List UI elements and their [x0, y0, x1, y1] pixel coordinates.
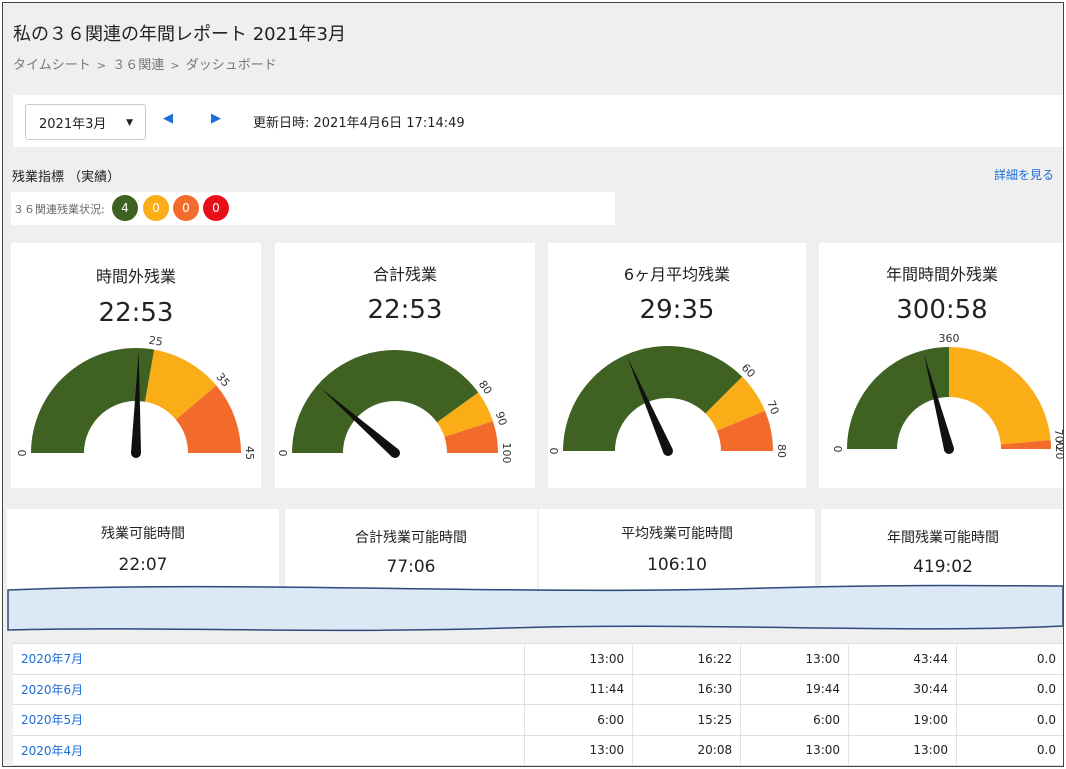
- gauge-tick-label: 0: [16, 450, 29, 457]
- gauge-needle-hub: [131, 448, 141, 458]
- status-badge-critical[interactable]: 0: [203, 195, 229, 221]
- gauge-value: 22:53: [98, 298, 174, 328]
- gauge-tick-label: 70: [764, 399, 781, 417]
- table-cell: 0.0: [956, 735, 1063, 766]
- available-title: 残業可能時間: [101, 526, 185, 542]
- status-label: ３６関連残業状況:: [13, 203, 105, 216]
- table-cell: 19:44: [740, 674, 850, 705]
- gauge-tick-label: 45: [243, 446, 256, 460]
- available-value: 419:02: [913, 557, 973, 577]
- breadcrumb-separator: >: [96, 59, 107, 72]
- gauge-tick-label: 80: [775, 444, 788, 458]
- gauge-value: 22:53: [367, 295, 443, 325]
- table-cell: 16:30: [632, 674, 742, 705]
- available-title: 合計残業可能時間: [355, 530, 467, 546]
- breadcrumb-36[interactable]: ３６関連: [112, 58, 164, 73]
- gauge-card-annual: 年間時間外残業 300:58 0 360 700 720: [819, 243, 1064, 488]
- table-cell: 13:00: [524, 735, 634, 766]
- available-value: 77:06: [386, 557, 436, 577]
- gauge-card-overtime: 時間外残業 22:53 0 25 35 45: [11, 243, 261, 488]
- table-cell: 6:00: [524, 704, 634, 736]
- monthly-table: 2020年7月 13:00 16:22 13:00 43:44 0.0 2020年6月 11:…: [13, 643, 1063, 766]
- gauge-value: 300:58: [896, 295, 988, 325]
- gauge-chart: 0360700720: [832, 333, 1064, 460]
- table-row: 2020年5月 6:00 15:25 6:00 19:00 0.0: [13, 704, 1063, 736]
- breadcrumb-separator: >: [170, 59, 180, 72]
- gauge-title: 年間時間外残業: [885, 265, 998, 284]
- dashboard-frame: 私の３６関連の年間レポート 2021年3月 タイムシート > ３６関連 > ダッ…: [2, 2, 1064, 767]
- available-title: 年間残業可能時間: [887, 530, 999, 546]
- breadcrumb-dashboard: ダッシュボード: [185, 58, 277, 73]
- month-link[interactable]: 2020年5月: [13, 704, 526, 736]
- omission-band: [7, 584, 1063, 632]
- month-link[interactable]: 2020年6月: [13, 674, 526, 705]
- table-cell: 11:44: [524, 674, 634, 705]
- month-select-value: 2021年3月: [39, 116, 107, 132]
- table-cell: 13:00: [740, 643, 850, 675]
- status-badge-safe[interactable]: 4: [112, 195, 138, 221]
- gauge-chart: 0253545: [16, 334, 256, 460]
- table-cell: 6:00: [740, 704, 850, 736]
- available-card-overtime: 残業可能時間 22:07: [7, 509, 279, 589]
- gauge-title: 時間外残業: [95, 267, 176, 286]
- table-cell: 13:00: [524, 643, 634, 675]
- table-cell: 30:44: [848, 674, 957, 705]
- table-cell: 20:08: [632, 735, 742, 766]
- month-link[interactable]: 2020年4月: [13, 735, 526, 766]
- table-cell: 0.0: [956, 643, 1063, 675]
- chevron-down-icon: ▼: [126, 118, 133, 128]
- month-select[interactable]: 2021年3月 ▼: [25, 104, 146, 140]
- gauge-tick-label: 90: [493, 410, 510, 427]
- table-cell: 15:25: [632, 704, 742, 736]
- gauge-tick-label: 100: [500, 443, 513, 464]
- next-month-icon[interactable]: ▶: [211, 111, 221, 126]
- gauge-band-warning: [949, 347, 1051, 445]
- table-cell: 0.0: [956, 674, 1063, 705]
- breadcrumb: タイムシート > ３６関連 > ダッシュボード: [13, 54, 277, 73]
- gauge-tick-label: 360: [939, 333, 960, 345]
- gauge-card-six-month: 6ヶ月平均残業 29:35 0 60 70 80: [548, 243, 806, 488]
- gauge-value: 29:35: [639, 295, 715, 325]
- breadcrumb-timesheet[interactable]: タイムシート: [13, 58, 91, 73]
- table-cell: 13:00: [848, 735, 957, 766]
- available-card-average: 平均残業可能時間 106:10: [539, 509, 815, 589]
- gauge-tick-label: 720: [1053, 439, 1064, 460]
- available-card-total: 合計残業可能時間 77:06: [285, 509, 537, 589]
- available-title: 平均残業可能時間: [621, 526, 733, 542]
- gauge-tick-label: 0: [277, 450, 290, 457]
- month-link[interactable]: 2020年7月: [13, 643, 526, 675]
- available-value: 106:10: [647, 555, 707, 575]
- gauge-title: 合計残業: [372, 265, 437, 284]
- gauge-chart: 08090100: [277, 350, 513, 464]
- page-title: 私の３６関連の年間レポート 2021年3月: [13, 24, 346, 45]
- gauge-title: 6ヶ月平均残業: [623, 265, 731, 284]
- previous-month-icon[interactable]: ◀: [163, 111, 173, 126]
- status-strip: ３６関連残業状況: 4 0 0 0: [11, 192, 615, 225]
- gauge-tick-label: 0: [832, 446, 845, 453]
- table-row: 2020年6月 11:44 16:30 19:44 30:44 0.0: [13, 674, 1063, 705]
- table-cell: 13:00: [740, 735, 850, 766]
- updated-timestamp: 更新日時: 2021年4月6日 17:14:49: [253, 116, 465, 131]
- status-badge-warning[interactable]: 0: [143, 195, 169, 221]
- table-cell: 0.0: [956, 704, 1063, 736]
- table-row: 2020年7月 13:00 16:22 13:00 43:44 0.0: [13, 643, 1063, 675]
- table-row: 2020年4月 13:00 20:08 13:00 13:00 0.0: [13, 735, 1063, 766]
- table-cell: 43:44: [848, 643, 957, 675]
- status-badge-alert[interactable]: 0: [173, 195, 199, 221]
- kpi-heading: 残業指標 （実績）: [12, 170, 121, 185]
- gauge-tick-label: 25: [148, 334, 164, 349]
- gauge-chart: 0607080: [548, 346, 788, 458]
- table-cell: 16:22: [632, 643, 742, 675]
- gauge-needle-hub: [944, 444, 954, 454]
- gauge-card-total: 合計残業 22:53 0 80 90 100: [275, 243, 535, 488]
- available-card-annual: 年間残業可能時間 419:02: [821, 509, 1063, 589]
- detail-link[interactable]: 詳細を見る: [994, 166, 1054, 183]
- table-cell: 19:00: [848, 704, 957, 736]
- gauge-band-safe: [563, 346, 743, 451]
- gauge-needle-hub: [390, 448, 400, 458]
- available-value: 22:07: [118, 555, 168, 575]
- gauge-needle-hub: [663, 446, 673, 456]
- gauge-tick-label: 0: [548, 448, 561, 455]
- toolbar: 2021年3月 ▼ ◀ ▶ 更新日時: 2021年4月6日 17:14:49: [13, 95, 1063, 147]
